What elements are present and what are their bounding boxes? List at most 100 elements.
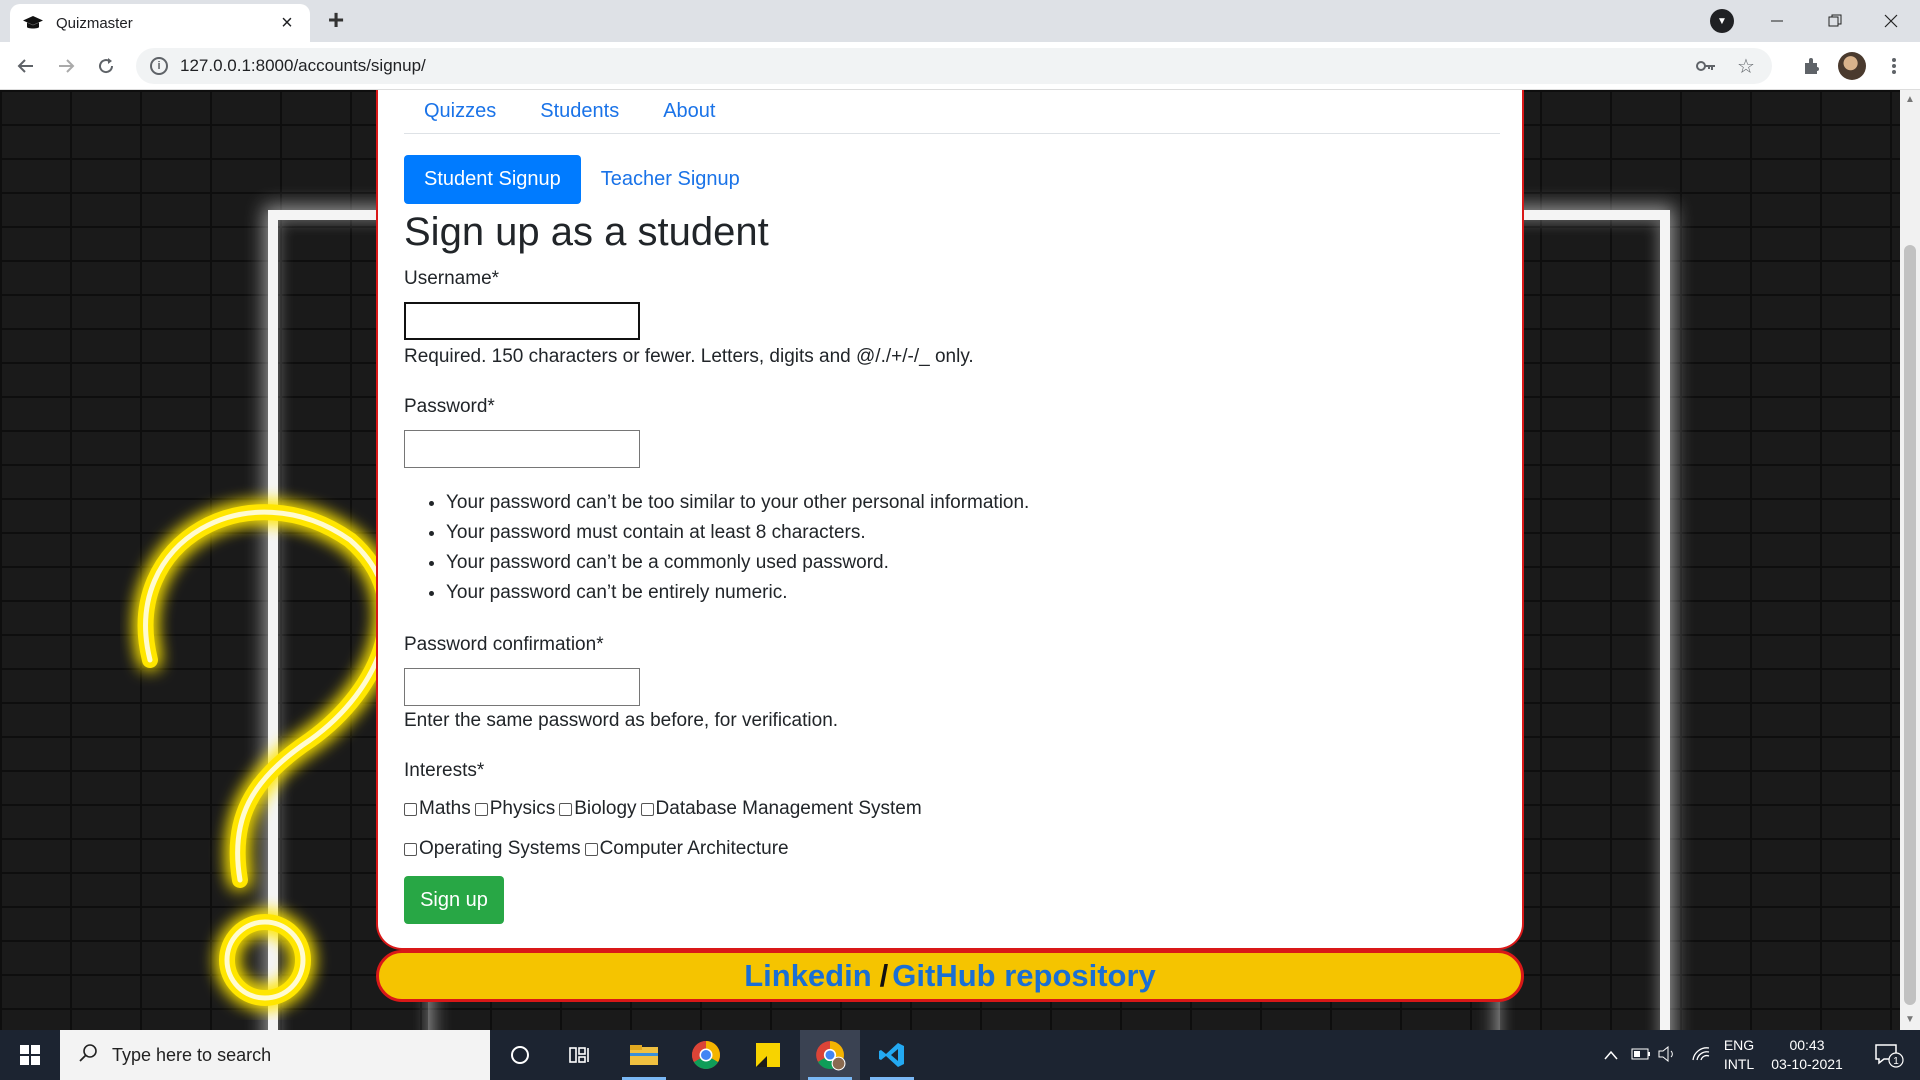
interests-row-1: Maths Physics Biology Database Managemen… xyxy=(404,798,922,820)
site-nav: Quizzes Students About xyxy=(404,90,1500,134)
volume-icon[interactable] xyxy=(1654,1045,1680,1065)
browser-tab[interactable]: Quizmaster × xyxy=(10,4,310,42)
password-requirements-list: Your password can’t be too similar to yo… xyxy=(446,488,1029,608)
password-input[interactable] xyxy=(404,430,640,468)
chrome-icon[interactable] xyxy=(676,1030,736,1080)
list-item: Your password can’t be too similar to yo… xyxy=(446,488,1029,518)
list-item: Your password can’t be a commonly used p… xyxy=(446,548,1029,578)
browser-tab-strip: Quizmaster × + ▼ xyxy=(0,0,1920,42)
checkbox-box[interactable] xyxy=(559,802,573,816)
list-item: Your password must contain at least 8 ch… xyxy=(446,518,1029,548)
password-label: Password* xyxy=(404,396,495,417)
notification-count: 1 xyxy=(1893,1056,1899,1067)
graduation-cap-icon xyxy=(22,14,44,32)
footer-separator: / xyxy=(879,958,889,993)
interests-row-2: Operating Systems Computer Architecture xyxy=(404,838,789,860)
signup-card: Quizzes Students About Student Signup Te… xyxy=(376,90,1524,950)
sign-up-button[interactable]: Sign up xyxy=(404,876,504,924)
nav-link-about[interactable]: About xyxy=(663,100,715,123)
interest-label: Biology xyxy=(574,798,637,819)
back-arrow-icon[interactable] xyxy=(10,50,42,82)
sticky-notes-icon[interactable] xyxy=(738,1030,798,1080)
window-close-button[interactable] xyxy=(1862,0,1920,42)
interest-maths-checkbox[interactable]: Maths xyxy=(404,798,471,820)
forward-arrow-icon[interactable] xyxy=(50,50,82,82)
site-info-icon[interactable]: i xyxy=(150,57,168,75)
page-title: Sign up as a student xyxy=(404,210,769,254)
address-bar[interactable]: i 127.0.0.1:8000/accounts/signup/ ☆ xyxy=(136,48,1772,84)
password-confirmation-help-text: Enter the same password as before, for v… xyxy=(404,710,839,731)
minimize-button[interactable] xyxy=(1748,0,1806,42)
scrollbar-thumb[interactable] xyxy=(1904,245,1916,1005)
checkbox-box[interactable] xyxy=(584,842,598,856)
clock-time: 00:43 xyxy=(1789,1037,1825,1053)
github-repository-link[interactable]: GitHub repository xyxy=(892,958,1156,994)
file-explorer-icon[interactable] xyxy=(614,1030,674,1080)
scroll-up-arrow-icon[interactable]: ▲ xyxy=(1905,94,1915,105)
password-confirmation-label: Password confirmation* xyxy=(404,634,604,655)
username-input[interactable] xyxy=(404,302,640,340)
username-label: Username* xyxy=(404,268,500,289)
tab-student-signup[interactable]: Student Signup xyxy=(404,155,581,204)
tray-chevron-up-icon[interactable] xyxy=(1600,1047,1622,1063)
cortana-circle-icon[interactable] xyxy=(490,1030,550,1080)
tab-teacher-signup[interactable]: Teacher Signup xyxy=(581,155,760,204)
battery-icon[interactable] xyxy=(1628,1047,1654,1063)
restore-button[interactable] xyxy=(1806,0,1864,42)
key-icon[interactable] xyxy=(1692,55,1720,78)
interest-os-checkbox[interactable]: Operating Systems xyxy=(404,838,581,860)
url-text: 127.0.0.1:8000/accounts/signup/ xyxy=(180,56,426,75)
new-tab-button[interactable]: + xyxy=(318,6,354,36)
kebab-menu-icon[interactable] xyxy=(1878,50,1910,82)
interest-label: Database Management System xyxy=(655,798,922,819)
language-code: ENG xyxy=(1723,1037,1755,1053)
browser-toolbar: i 127.0.0.1:8000/accounts/signup/ ☆ xyxy=(0,42,1920,90)
taskbar-clock[interactable]: 00:43 03-10-2021 xyxy=(1764,1036,1850,1074)
chrome-profile-window-icon[interactable] xyxy=(800,1030,860,1080)
keyboard-layout: INTL xyxy=(1723,1056,1755,1072)
page-scrollbar[interactable]: ▲ ▼ xyxy=(1900,90,1920,1030)
vscode-icon[interactable] xyxy=(862,1030,922,1080)
checkbox-box[interactable] xyxy=(640,802,654,816)
interests-label: Interests* xyxy=(404,760,485,781)
nav-link-quizzes[interactable]: Quizzes xyxy=(424,100,496,123)
task-view-icon[interactable] xyxy=(550,1030,610,1080)
reload-icon[interactable] xyxy=(90,50,122,82)
tab-close-icon[interactable]: × xyxy=(276,12,298,35)
interest-physics-checkbox[interactable]: Physics xyxy=(474,798,555,820)
checkbox-box[interactable] xyxy=(474,802,488,816)
username-help-text: Required. 150 characters or fewer. Lette… xyxy=(404,346,974,367)
bookmark-star-icon[interactable]: ☆ xyxy=(1732,54,1760,79)
interest-biology-checkbox[interactable]: Biology xyxy=(559,798,637,820)
page-viewport: Quizzes Students About Student Signup Te… xyxy=(0,90,1900,1030)
tab-title: Quizmaster xyxy=(56,14,133,32)
tab-search-icon[interactable]: ▼ xyxy=(1710,9,1734,33)
system-tray xyxy=(1600,1030,1716,1080)
input-language-indicator[interactable]: ENG INTL xyxy=(1718,1036,1760,1074)
clock-date: 03-10-2021 xyxy=(1771,1056,1843,1072)
signup-type-tabs: Student Signup Teacher Signup xyxy=(404,155,760,204)
taskbar-search-box[interactable]: Type here to search xyxy=(60,1030,490,1080)
interest-label: Operating Systems xyxy=(419,838,581,859)
interest-dbms-checkbox[interactable]: Database Management System xyxy=(640,798,922,820)
notification-center-icon[interactable]: 1 xyxy=(1862,1030,1916,1080)
interest-label: Maths xyxy=(419,798,471,819)
footer-bar: Linkedin / GitHub repository xyxy=(376,950,1524,1002)
linkedin-link[interactable]: Linkedin xyxy=(744,958,871,994)
nav-link-students[interactable]: Students xyxy=(540,100,619,123)
checkbox-box[interactable] xyxy=(404,802,417,816)
windows-start-icon[interactable] xyxy=(0,1030,60,1080)
search-icon xyxy=(78,1043,98,1068)
interest-architecture-checkbox[interactable]: Computer Architecture xyxy=(584,838,789,860)
taskbar-search-placeholder: Type here to search xyxy=(112,1044,272,1065)
extensions-puzzle-icon[interactable] xyxy=(1796,50,1828,82)
wifi-icon[interactable] xyxy=(1686,1046,1716,1065)
checkbox-box[interactable] xyxy=(404,842,417,856)
neon-question-mark-icon xyxy=(137,504,395,1006)
password-confirmation-input[interactable] xyxy=(404,668,640,706)
profile-avatar[interactable] xyxy=(1838,52,1866,80)
interest-label: Computer Architecture xyxy=(599,838,789,859)
neon-frame-right xyxy=(1500,210,1670,1030)
scroll-down-arrow-icon[interactable]: ▼ xyxy=(1905,1014,1915,1025)
list-item: Your password can’t be entirely numeric. xyxy=(446,578,1029,608)
